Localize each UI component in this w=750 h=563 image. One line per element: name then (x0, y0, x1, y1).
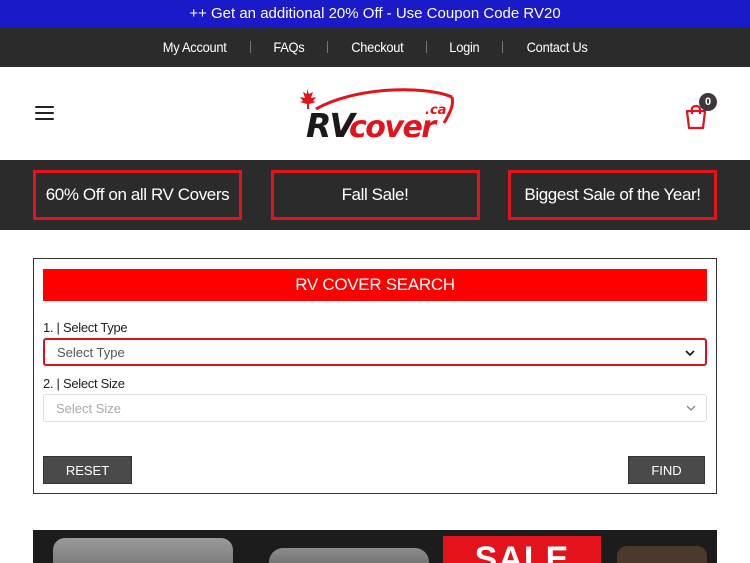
chevron-down-icon (686, 405, 696, 411)
search-title: RV COVER SEARCH (43, 269, 707, 301)
nav-checkout[interactable]: Checkout (332, 39, 423, 55)
find-button[interactable]: FIND (628, 456, 705, 484)
cart-button[interactable]: 0 (682, 93, 717, 131)
logo-ca-text: .ca (425, 103, 446, 118)
select-type-label: 1. | Select Type (43, 320, 128, 335)
site-header: RV cover .ca 0 (0, 67, 750, 160)
rv-cover-image (53, 538, 233, 563)
rv-cover-image (269, 548, 429, 563)
select-size-dropdown[interactable]: Select Size (43, 394, 707, 422)
promo-bar: ++ Get an additional 20% Off - Use Coupo… (0, 0, 750, 27)
rv-cover-search-panel: RV COVER SEARCH 1. | Select Type Select … (33, 258, 717, 494)
select-size-label: 2. | Select Size (43, 376, 125, 391)
promo-text: ++ Get an additional 20% Off - Use Coupo… (189, 5, 561, 22)
nav-contact-us[interactable]: Contact Us (508, 39, 608, 55)
nav-faqs[interactable]: FAQs (254, 39, 324, 55)
select-type-dropdown[interactable]: Select Type (43, 338, 707, 366)
sale-button-biggest-sale[interactable]: Biggest Sale of the Year! (508, 170, 717, 220)
sale-button-fall-sale[interactable]: Fall Sale! (270, 170, 480, 220)
sale-banner-image[interactable]: SALE (33, 530, 717, 563)
nav-login[interactable]: Login (430, 39, 499, 55)
select-type-value: Select Type (57, 344, 125, 360)
site-logo[interactable]: RV cover .ca (294, 83, 458, 145)
nav-divider (326, 41, 328, 53)
nav-divider (502, 41, 504, 53)
hamburger-menu-icon[interactable] (35, 106, 54, 120)
nav-my-account[interactable]: My Account (143, 39, 245, 55)
sale-button-60-off[interactable]: 60% Off on all RV Covers (33, 170, 242, 220)
sale-tag: SALE (443, 536, 601, 563)
nav-divider (426, 41, 428, 53)
sale-band: 60% Off on all RV Covers Fall Sale! Bigg… (0, 160, 750, 230)
chevron-down-icon (685, 350, 695, 357)
top-nav: My Account FAQs Checkout Login Contact U… (0, 27, 750, 67)
nav-divider (249, 41, 251, 53)
reset-button[interactable]: RESET (43, 456, 132, 484)
cart-count-badge: 0 (699, 93, 717, 111)
rvcover-logo: RV cover .ca (300, 88, 454, 145)
select-size-value: Select Size (56, 400, 122, 416)
rv-cover-image (617, 546, 707, 563)
